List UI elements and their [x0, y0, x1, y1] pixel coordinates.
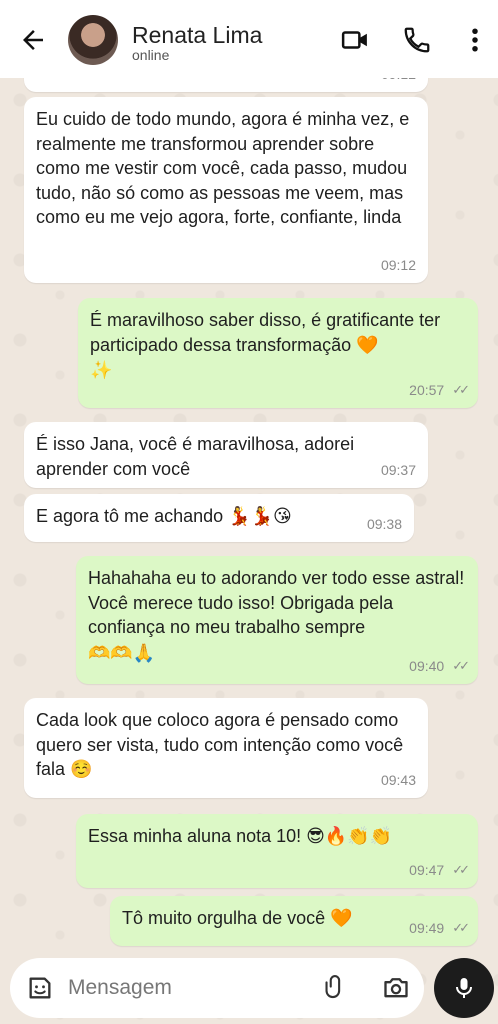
- message-text: Essa minha aluna nota 10! 😎🔥👏👏: [88, 826, 393, 846]
- message-meta: 09:40 ✓✓: [409, 654, 470, 679]
- double-check-icon: ✓✓: [452, 919, 470, 935]
- message-time: 09:40: [409, 657, 445, 674]
- phone-icon[interactable]: [402, 25, 432, 55]
- paperclip-icon[interactable]: [320, 974, 348, 1002]
- contact-info[interactable]: Renata Lima online: [132, 22, 262, 62]
- message-bubble-outgoing[interactable]: Hahahaha eu to adorando ver todo esse as…: [76, 556, 478, 684]
- message-text: Cada look que coloco agora é pensado com…: [36, 710, 404, 779]
- contact-name: Renata Lima: [132, 22, 263, 48]
- message-bubble-incoming[interactable]: É isso Jana, você é maravilhosa, adorei …: [24, 422, 428, 488]
- message-meta: 09:49 ✓✓: [409, 916, 470, 941]
- message-time: 20:57: [409, 381, 445, 398]
- chat-header: Renata Lima online: [0, 0, 498, 78]
- message-composer[interactable]: Mensagem: [10, 958, 424, 1018]
- double-check-icon: ✓✓: [452, 861, 470, 877]
- message-time: 09:38: [366, 515, 402, 532]
- video-camera-icon[interactable]: [340, 25, 370, 55]
- message-input[interactable]: Mensagem: [68, 976, 172, 1000]
- message-bubble-incoming[interactable]: Eu cuido de todo mundo, agora é minha ve…: [24, 97, 428, 283]
- message-bubble-outgoing[interactable]: Essa minha aluna nota 10! 😎🔥👏👏 09:47 ✓✓: [76, 814, 478, 888]
- message-time: 09:43: [380, 771, 416, 788]
- arrow-left-icon[interactable]: [18, 25, 48, 55]
- message-bubble-incoming[interactable]: E agora tô me achando 💃💃😘 09:38: [24, 494, 414, 542]
- message-meta: 20:57 ✓✓: [409, 378, 470, 403]
- message-time: 09:49: [409, 919, 445, 936]
- microphone-icon: [456, 978, 472, 998]
- vertical-dots-icon[interactable]: [460, 25, 490, 55]
- message-time: 09:37: [380, 461, 416, 478]
- message-text: E agora tô me achando 💃💃😘: [36, 506, 292, 526]
- message-list[interactable]: 09:12 Eu cuido de todo mundo, agora é mi…: [0, 0, 498, 1024]
- microphone-button[interactable]: [434, 958, 494, 1018]
- message-bubble-incoming[interactable]: Cada look que coloco agora é pensado com…: [24, 698, 428, 798]
- sticker-smiley-icon[interactable]: [26, 974, 54, 1002]
- double-check-icon: ✓✓: [452, 657, 470, 673]
- contact-status: online: [132, 47, 170, 63]
- message-bubble-outgoing[interactable]: É maravilhoso saber disso, é gratificant…: [78, 298, 478, 408]
- message-time: 09:12: [380, 256, 416, 273]
- message-text: É isso Jana, você é maravilhosa, adorei …: [36, 434, 355, 479]
- message-text: Hahahaha eu to adorando ver todo esse as…: [88, 568, 465, 637]
- message-bubble-outgoing[interactable]: Tô muito orgulha de você 🧡 09:49 ✓✓: [110, 896, 478, 946]
- message-text: Eu cuido de todo mundo, agora é minha ve…: [36, 109, 410, 227]
- avatar[interactable]: [68, 15, 118, 65]
- double-check-icon: ✓✓: [452, 381, 470, 397]
- message-text: É maravilhoso saber disso, é gratificant…: [90, 310, 441, 355]
- message-meta: 09:47 ✓✓: [409, 858, 470, 883]
- camera-icon[interactable]: [382, 974, 410, 1002]
- message-time: 09:47: [409, 861, 445, 878]
